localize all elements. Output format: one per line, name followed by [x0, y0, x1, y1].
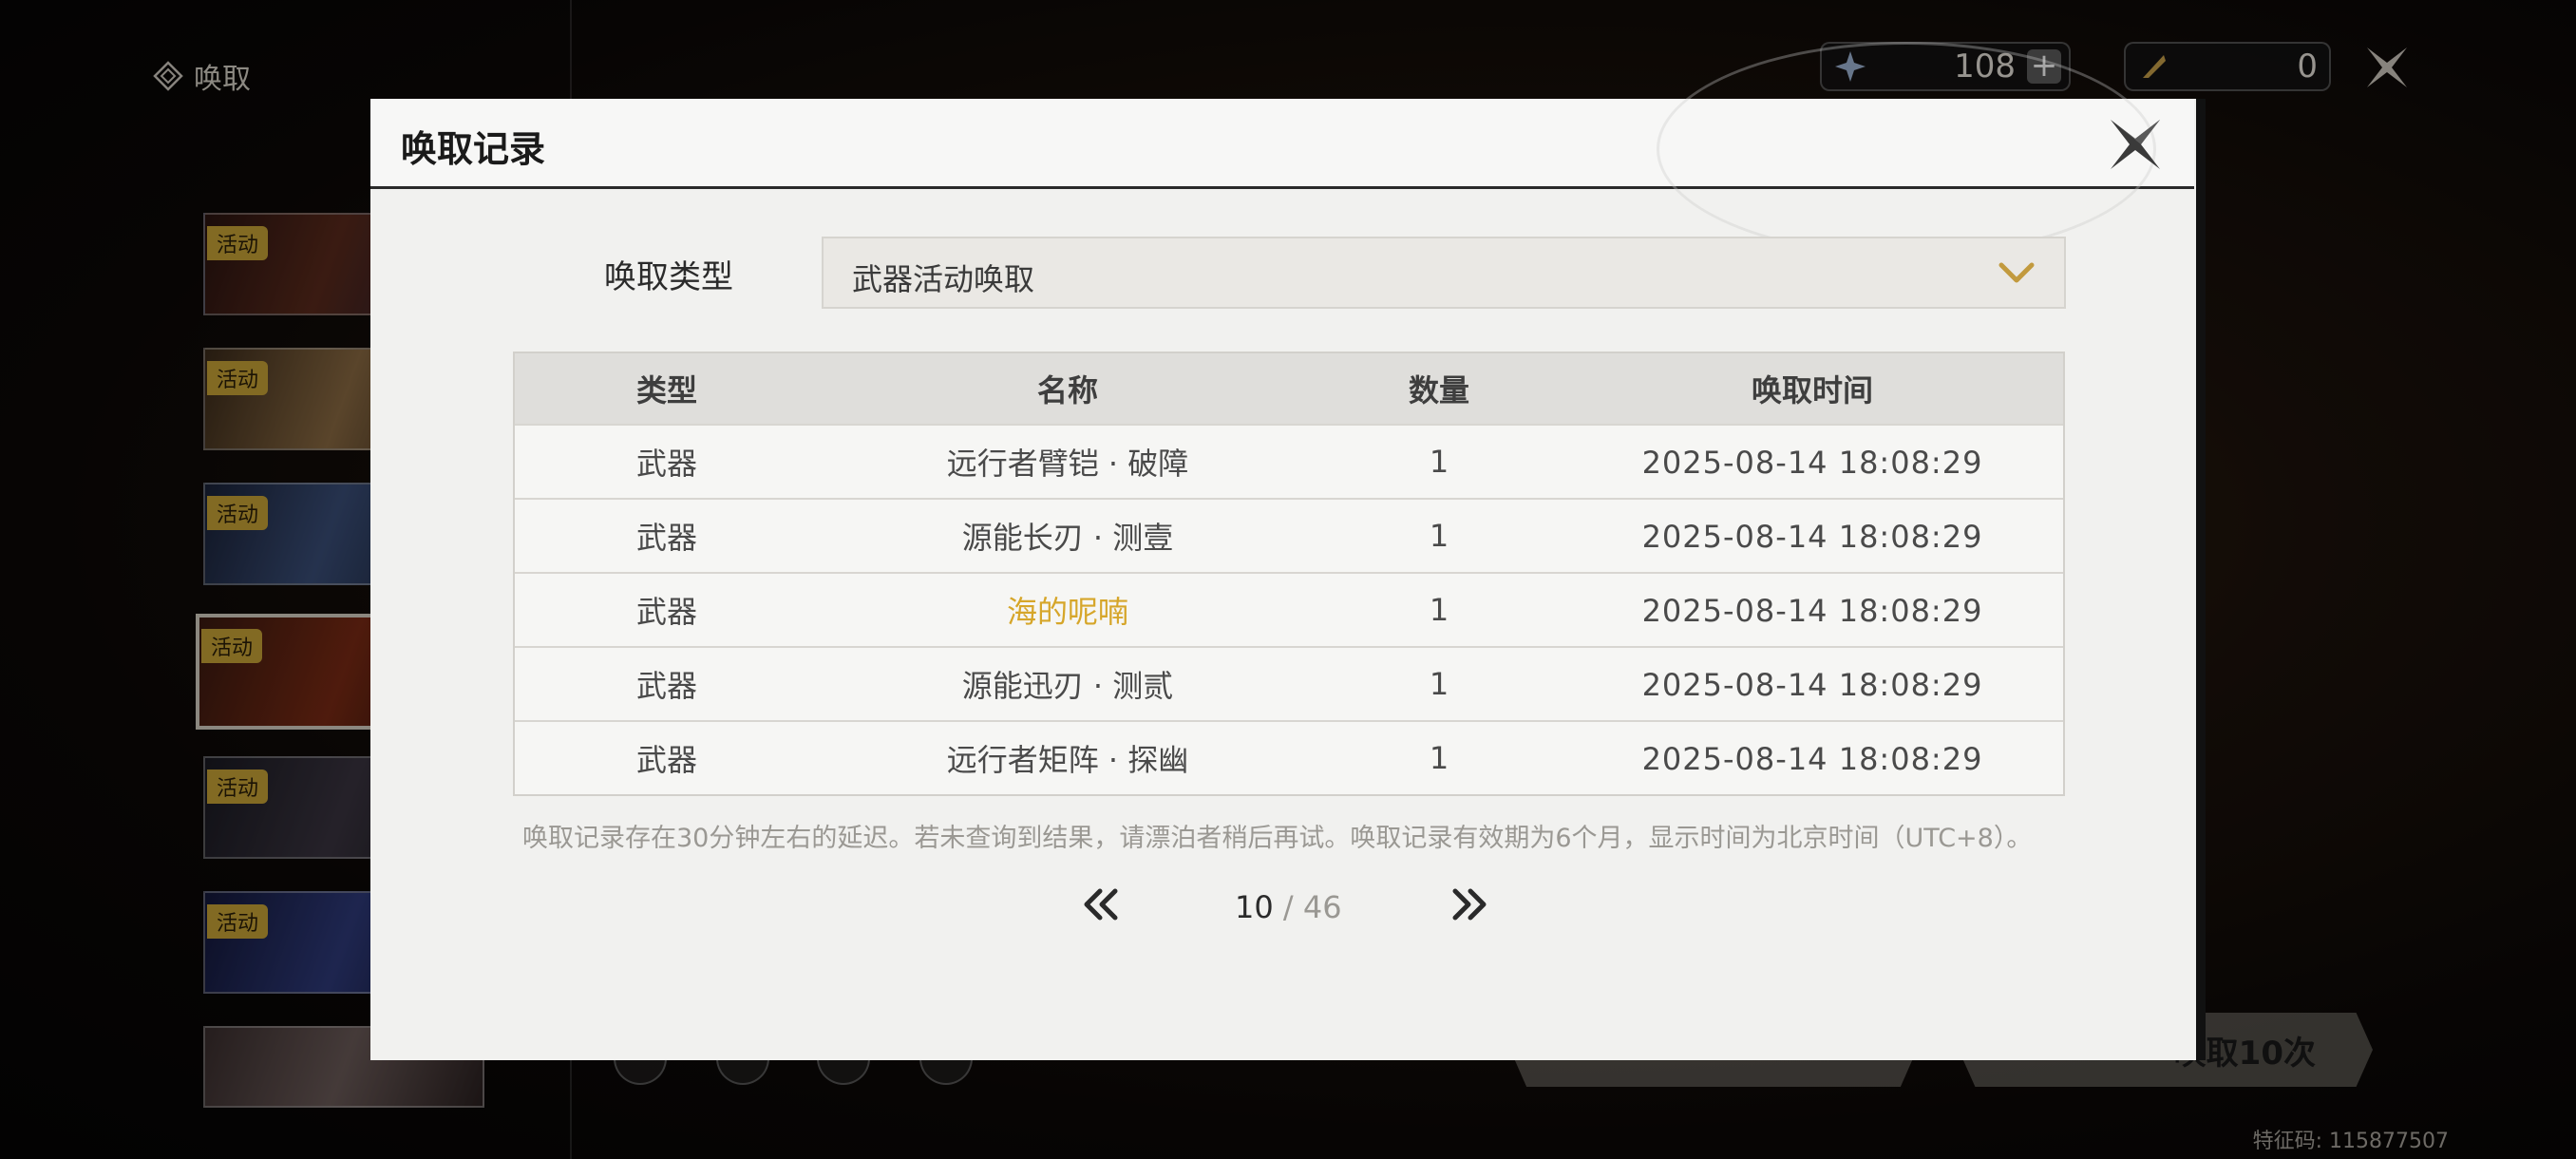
cell-type: 武器 [635, 446, 697, 482]
cell-count: 1 [1429, 740, 1449, 776]
cell-count: 1 [1429, 666, 1449, 702]
cell-type: 武器 [635, 594, 697, 630]
total-pages: 46 [1302, 889, 1342, 925]
close-icon[interactable] [2107, 116, 2164, 173]
column-header-name: 名称 [1036, 372, 1098, 408]
chevron-down-icon [1998, 262, 2035, 283]
page-indicator: 10 / 46 [1235, 889, 1342, 925]
double-chevron-right-icon[interactable] [1448, 887, 1489, 922]
cell-type: 武器 [635, 520, 697, 556]
cell-type: 武器 [635, 668, 697, 704]
column-header-time: 唤取时间 [1751, 372, 1873, 408]
convene-history-dialog: 唤取记录 唤取类型 武器活动唤取 类型 名称 数量 唤取时间 武器 远行者臂铠 … [370, 42, 2200, 1060]
column-header-type: 类型 [635, 372, 697, 408]
cell-time: 2025-08-14 18:08:29 [1641, 666, 1983, 703]
cell-type: 武器 [635, 742, 697, 778]
cell-count: 1 [1429, 592, 1449, 628]
cell-name: 远行者矩阵 · 探幽 [946, 742, 1189, 778]
dialog-header: 唤取记录 [370, 42, 2194, 256]
cell-name: 源能迅刃 · 测贰 [961, 668, 1174, 704]
convene-type-dropdown[interactable]: 武器活动唤取 [822, 237, 2066, 309]
cell-name-highlighted: 海的呢喃 [1006, 594, 1128, 630]
table-row: 武器 海的呢喃 1 2025-08-14 18:08:29 [515, 572, 2063, 646]
dialog-edge [2196, 99, 2206, 1060]
cell-count: 1 [1429, 518, 1449, 554]
dialog-title: 唤取记录 [401, 128, 546, 170]
page-separator: / [1273, 889, 1303, 925]
current-page: 10 [1235, 889, 1274, 925]
table-row: 武器 源能迅刃 · 测贰 1 2025-08-14 18:08:29 [515, 646, 2063, 720]
table-row: 武器 远行者臂铠 · 破障 1 2025-08-14 18:08:29 [515, 424, 2063, 498]
cell-time: 2025-08-14 18:08:29 [1641, 592, 1983, 629]
double-chevron-left-icon[interactable] [1081, 887, 1123, 922]
cell-time: 2025-08-14 18:08:29 [1641, 444, 1983, 481]
convene-type-label: 唤取类型 [604, 258, 733, 296]
delay-notice: 唤取记录存在30分钟左右的延迟。若未查询到结果，请漂泊者稍后再试。唤取记录有效期… [522, 824, 2033, 853]
cell-count: 1 [1429, 444, 1449, 480]
table-row: 武器 源能长刃 · 测壹 1 2025-08-14 18:08:29 [515, 498, 2063, 572]
history-table: 类型 名称 数量 唤取时间 武器 远行者臂铠 · 破障 1 2025-08-14… [513, 352, 2065, 796]
cell-name: 远行者臂铠 · 破障 [946, 446, 1189, 482]
cell-name: 源能长刃 · 测壹 [961, 520, 1174, 556]
cell-time: 2025-08-14 18:08:29 [1641, 518, 1983, 555]
convene-type-value: 武器活动唤取 [852, 261, 1035, 297]
cell-time: 2025-08-14 18:08:29 [1641, 740, 1983, 777]
column-header-count: 数量 [1408, 372, 1469, 408]
table-row: 武器 远行者矩阵 · 探幽 1 2025-08-14 18:08:29 [515, 720, 2063, 794]
table-header: 类型 名称 数量 唤取时间 [515, 353, 2063, 424]
pagination: 10 / 46 [370, 880, 2200, 937]
